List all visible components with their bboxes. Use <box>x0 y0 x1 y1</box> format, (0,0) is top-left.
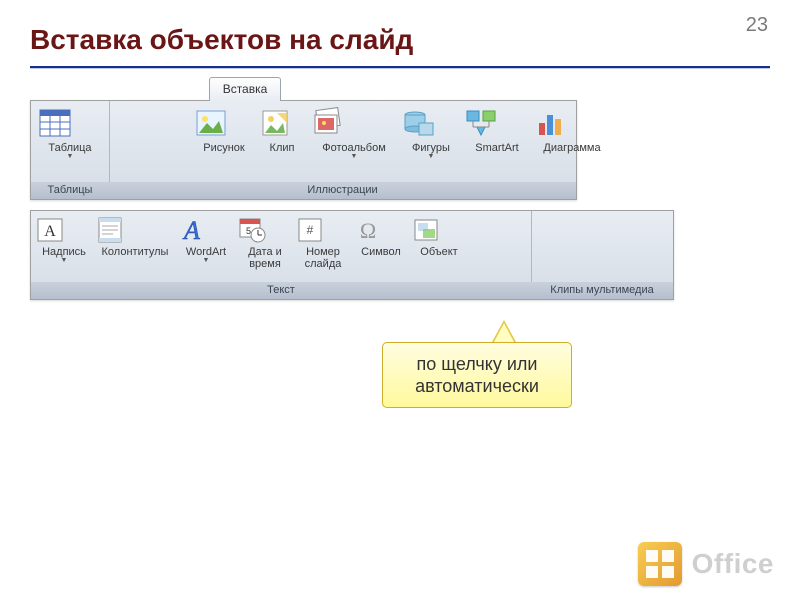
shapes-icon <box>401 105 461 141</box>
ribbon-insert-bottom: A Надпись ▼ Колонтитулы A WordArt ▼ <box>30 210 674 300</box>
title-underline <box>30 66 770 69</box>
office-logo: Office <box>638 542 774 586</box>
slide-number-label1: Номер <box>295 246 351 258</box>
slide-number-icon: # <box>295 215 351 245</box>
clip-button[interactable]: Клип <box>257 103 307 154</box>
clip-icon <box>257 105 307 141</box>
dropdown-icon: ▼ <box>401 153 461 160</box>
callout-box: по щелчку или автоматически <box>382 342 572 408</box>
wordart-icon: A <box>177 215 235 245</box>
textbox-button[interactable]: A Надпись ▼ <box>35 213 93 264</box>
callout-line1: по щелчку или <box>417 354 538 374</box>
dropdown-icon: ▼ <box>37 153 103 160</box>
shapes-button[interactable]: Фигуры ▼ <box>401 103 461 160</box>
slide-number-label2: слайда <box>295 258 351 270</box>
callout-tail-inner <box>494 323 514 342</box>
textbox-icon: A <box>35 215 93 245</box>
dropdown-icon: ▼ <box>309 153 399 160</box>
callout: по щелчку или автоматически <box>382 320 572 408</box>
date-time-icon: 5 <box>237 215 293 245</box>
ribbon-insert-top: Вставка Таблица ▼ Таблицы Рисунок <box>30 100 577 200</box>
svg-text:Ω: Ω <box>360 218 376 243</box>
dropdown-icon: ▼ <box>35 257 93 264</box>
svg-text:A: A <box>182 216 200 245</box>
group-tables-label: Таблицы <box>31 182 109 199</box>
picture-button[interactable]: Рисунок <box>193 103 255 154</box>
picture-label: Рисунок <box>193 142 255 154</box>
clip-label: Клип <box>257 142 307 154</box>
group-media-label: Клипы мультимедиа <box>531 282 673 299</box>
group-tables: Таблица ▼ Таблицы <box>31 101 110 199</box>
group-media: Фильм ▼ Звук ▼ Клипы мультимедиа <box>531 211 673 299</box>
group-text-label: Текст <box>31 282 531 299</box>
office-badge-icon <box>638 542 682 586</box>
table-button[interactable]: Таблица ▼ <box>37 103 103 160</box>
date-time-button[interactable]: 5 Дата и время <box>237 213 293 270</box>
chart-label: Диаграмма <box>533 142 611 154</box>
tab-insert[interactable]: Вставка <box>209 77 281 101</box>
group-text: A Надпись ▼ Колонтитулы A WordArt ▼ <box>31 211 532 299</box>
symbol-button[interactable]: Ω Символ <box>353 213 409 258</box>
svg-text:5: 5 <box>246 226 251 236</box>
photo-album-icon <box>309 105 399 141</box>
chart-button[interactable]: Диаграмма <box>533 103 611 154</box>
svg-text:#: # <box>307 223 314 237</box>
table-icon <box>37 105 103 141</box>
symbol-label: Символ <box>353 246 409 258</box>
dropdown-icon: ▼ <box>177 257 235 264</box>
smartart-button[interactable]: SmartArt <box>463 103 531 154</box>
date-time-label2: время <box>237 258 293 270</box>
chart-icon <box>533 105 611 141</box>
symbol-icon: Ω <box>353 215 409 245</box>
group-illustrations-label: Иллюстрации <box>109 182 576 199</box>
photo-album-button[interactable]: Фотоальбом ▼ <box>309 103 399 160</box>
header-footer-icon <box>95 215 175 245</box>
smartart-icon <box>463 105 531 141</box>
wordart-button[interactable]: A WordArt ▼ <box>177 213 235 264</box>
page-number: 23 <box>746 14 768 37</box>
smartart-label: SmartArt <box>463 142 531 154</box>
callout-line2: автоматически <box>415 376 539 396</box>
picture-icon <box>193 105 255 141</box>
object-label: Объект <box>411 246 467 258</box>
date-time-label1: Дата и <box>237 246 293 258</box>
header-footer-button[interactable]: Колонтитулы <box>95 213 175 258</box>
object-button[interactable]: Объект <box>411 213 467 258</box>
svg-text:A: A <box>44 223 56 240</box>
slide-number-button[interactable]: # Номер слайда <box>295 213 351 270</box>
office-text: Office <box>692 548 774 580</box>
header-footer-label: Колонтитулы <box>95 246 175 258</box>
page-title: Вставка объектов на слайд <box>30 24 413 56</box>
group-illustrations: Рисунок Клип Фотоальбом ▼ Фигуры <box>109 101 576 199</box>
object-icon <box>411 215 467 245</box>
